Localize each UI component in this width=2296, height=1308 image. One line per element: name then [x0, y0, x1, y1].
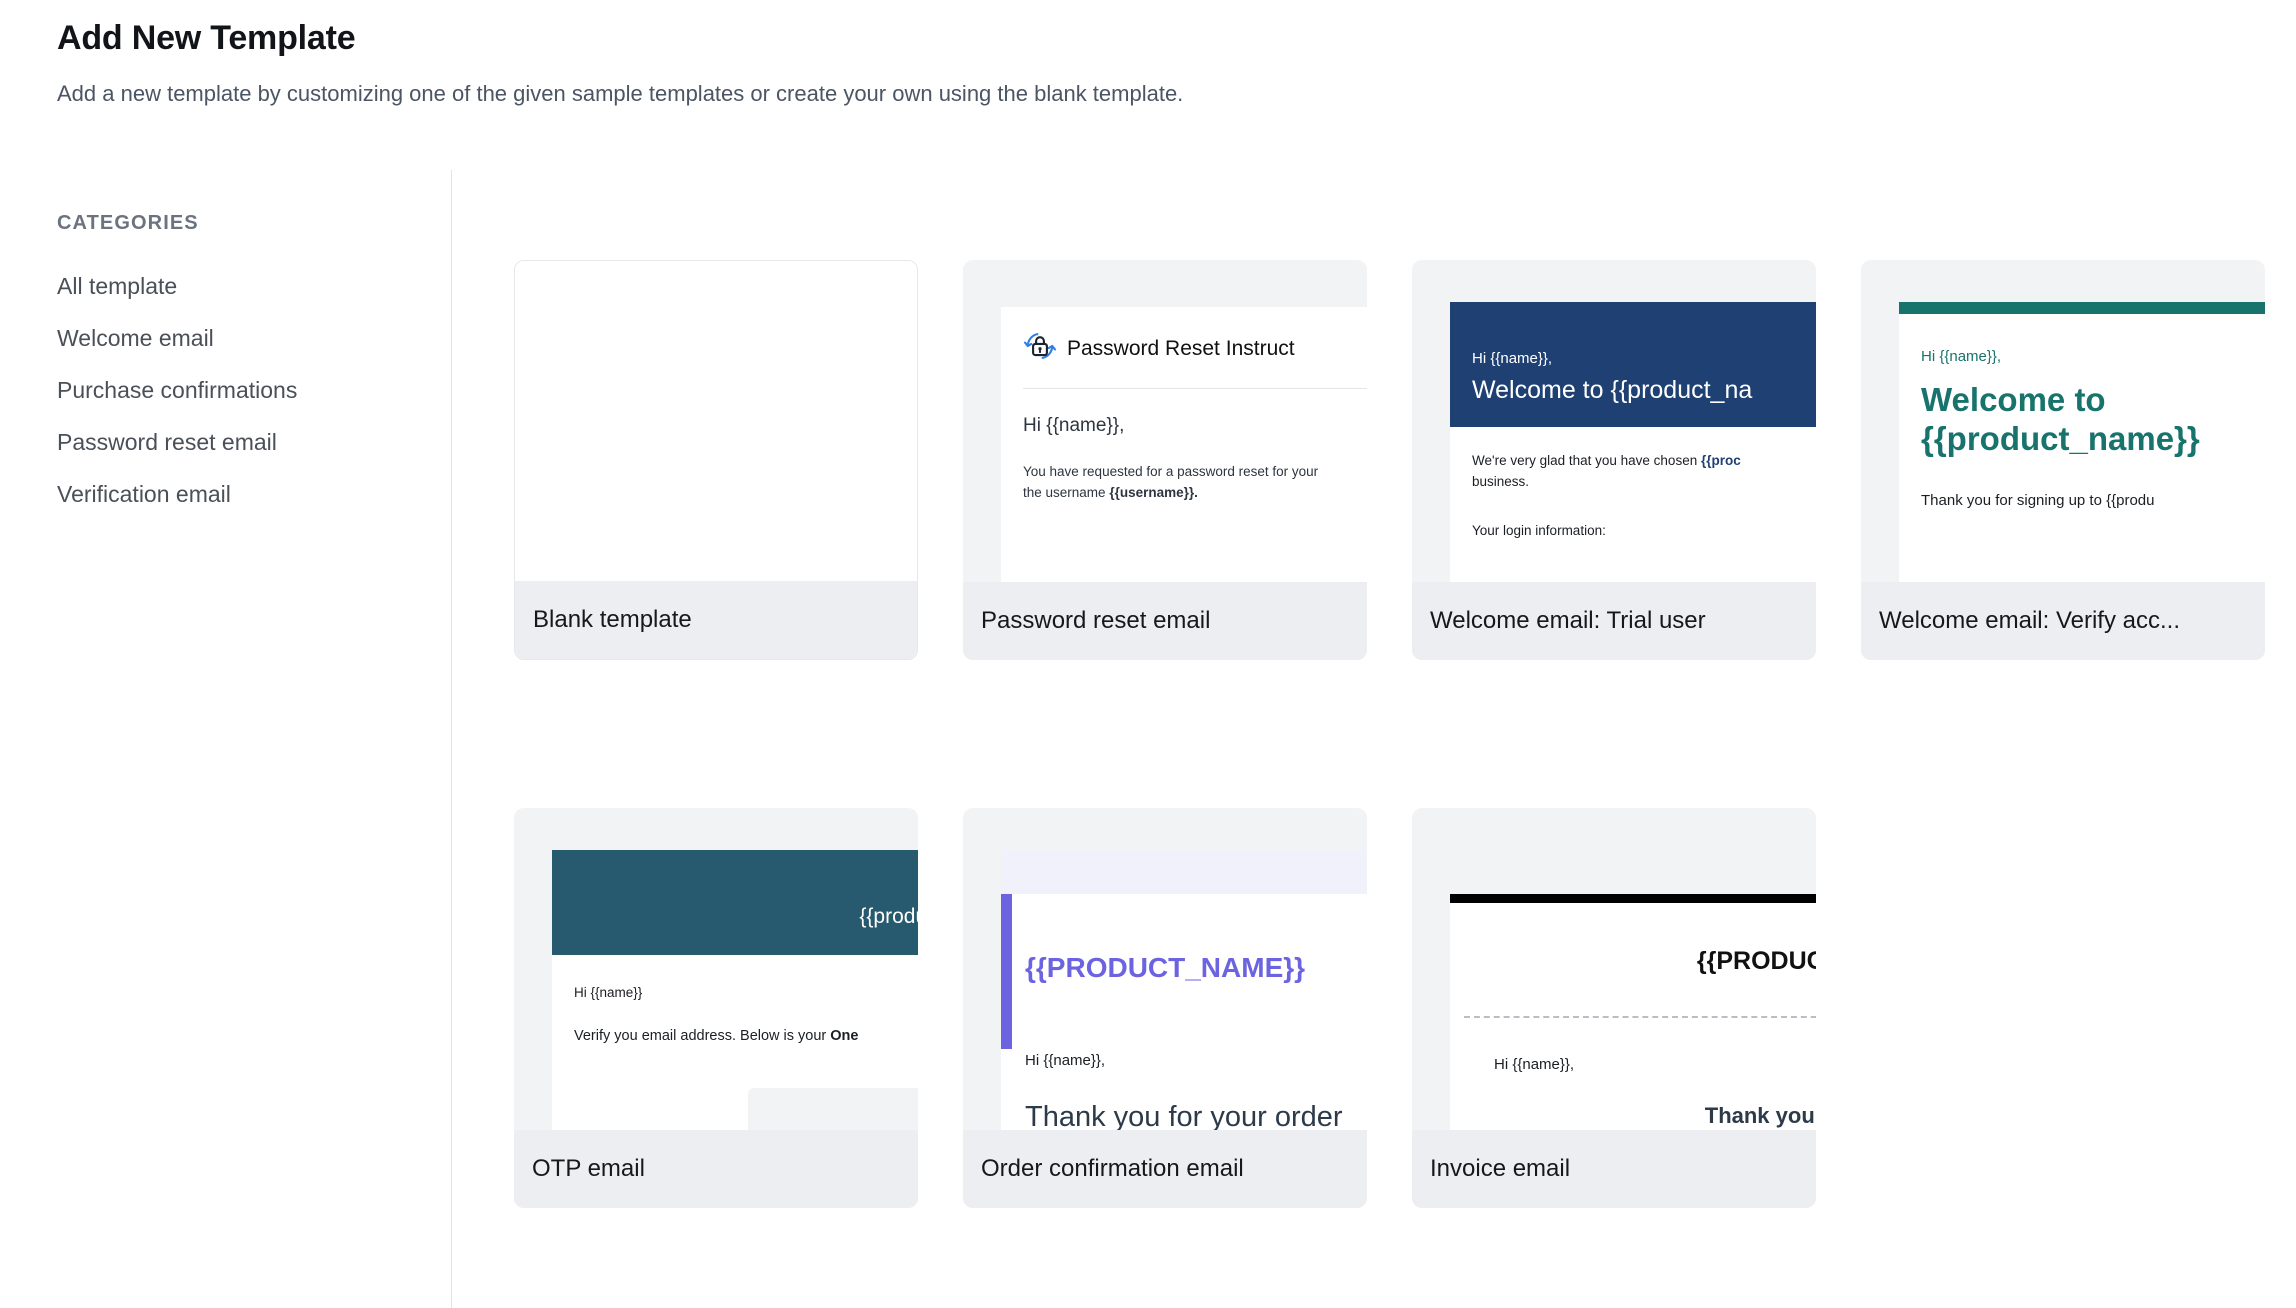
otp-preview: {{product_nam Hi {{name}} Verify you ema…	[514, 808, 918, 1130]
welcome-verify-preview: Hi {{name}}, Welcome to {{product_name}} …	[1861, 260, 2265, 582]
sidebar-item-all-template[interactable]: All template	[57, 261, 451, 313]
content-area: CATEGORIES All template Welcome email Pu…	[0, 170, 2296, 1308]
page-title: Add New Template	[57, 19, 356, 57]
template-card-invoice[interactable]: {{PRODUCT_NA Hi {{name}}, Thank you for …	[1412, 808, 1816, 1208]
password-reset-title: Password Reset Instruct	[1067, 336, 1295, 360]
template-card-welcome-trial[interactable]: Hi {{name}}, Welcome to {{product_na We'…	[1412, 260, 1816, 660]
invoice-preview: {{PRODUCT_NA Hi {{name}}, Thank you for …	[1412, 808, 1816, 1130]
sidebar-item-welcome-email[interactable]: Welcome email	[57, 313, 451, 365]
categories-heading: CATEGORIES	[57, 212, 199, 234]
greeting-text: Hi {{name}},	[1023, 415, 1125, 436]
sheet-body: Hi {{name}}, Welcome to {{product_name}} …	[1899, 314, 2265, 509]
email-sheet: {{PRODUCT_NAME}} Hi {{name}}, Thank you …	[1001, 850, 1367, 1130]
template-row-1: Blank template Password Reset Instruct H…	[514, 260, 2296, 660]
greeting-text: Hi {{name}}	[574, 985, 643, 1000]
sheet-top-pad	[1001, 260, 1367, 307]
order-confirmation-preview: {{PRODUCT_NAME}} Hi {{name}}, Thank you …	[963, 808, 1367, 1130]
page-subtitle: Add a new template by customizing one of…	[57, 80, 1184, 106]
template-card-label: Blank template	[515, 581, 917, 659]
blank-preview	[515, 261, 917, 581]
hero-banner: {{product_nam	[552, 850, 918, 955]
sheet-body: Password Reset Instruct Hi {{name}}, You…	[1001, 307, 1367, 504]
password-reset-lock-icon	[1023, 329, 1057, 368]
body-line-2: business.	[1472, 473, 1530, 489]
hero-banner: Hi {{name}}, Welcome to {{product_na	[1450, 302, 1816, 427]
template-card-label: Welcome email: Trial user	[1412, 582, 1816, 660]
email-sheet: {{product_nam Hi {{name}} Verify you ema…	[552, 850, 918, 1130]
brand-text: {{product_nam	[859, 905, 918, 928]
sheet-body: We're very glad that you have chosen {{p…	[1450, 427, 1816, 538]
email-sheet: Hi {{name}}, Welcome to {{product_name}} …	[1899, 302, 2265, 582]
template-card-label: Password reset email	[963, 582, 1367, 660]
body-line-1: Verify you email address. Below is your	[574, 1028, 831, 1044]
password-reset-preview: Password Reset Instruct Hi {{name}}, You…	[963, 260, 1367, 582]
template-row-2: {{product_nam Hi {{name}} Verify you ema…	[514, 808, 2296, 1208]
email-sheet: {{PRODUCT_NA Hi {{name}}, Thank you for …	[1450, 894, 1816, 1130]
brand-text: {{PRODUCT_NAME}}	[1025, 952, 1306, 983]
body-text: Thank you for signing up to {{produ	[1921, 491, 2155, 509]
template-card-welcome-verify[interactable]: Hi {{name}}, Welcome to {{product_name}} …	[1861, 260, 2265, 660]
sidebar-item-purchase-confirmations[interactable]: Purchase confirmations	[57, 365, 451, 417]
username-token: {{username}}.	[1109, 484, 1198, 500]
email-sheet: Password Reset Instruct Hi {{name}}, You…	[1001, 260, 1367, 582]
dashed-divider	[1464, 1016, 1816, 1018]
headline-line-1: Welcome to	[1921, 381, 2106, 418]
brand-text: {{PRODUCT_NA	[1696, 947, 1816, 975]
password-reset-title-row: Password Reset Instruct	[1023, 307, 1367, 388]
body-line-1: You have requested for a password reset …	[1023, 464, 1319, 479]
login-info-text: Your login information:	[1472, 522, 1606, 538]
categories-sidebar: CATEGORIES All template Welcome email Pu…	[0, 170, 452, 1308]
top-strip	[1001, 850, 1367, 894]
template-card-label: Welcome email: Verify acc...	[1861, 582, 2265, 660]
template-card-label: OTP email	[514, 1130, 918, 1208]
otp-token: One	[830, 1028, 859, 1044]
sheet-body: Hi {{name}} Verify you email address. Be…	[552, 955, 918, 1044]
headline-line-2: {{product_name}}	[1921, 419, 2200, 457]
headline-text: Welcome to {{product_name}}	[1921, 381, 2265, 459]
greeting-text: Hi {{name}},	[1025, 1052, 1106, 1069]
greeting-text: Hi {{name}},	[1494, 1056, 1575, 1073]
template-grid: Blank template Password Reset Instruct H…	[452, 170, 2296, 1308]
body-line-2: the username	[1023, 484, 1110, 500]
template-card-label: Invoice email	[1412, 1130, 1816, 1208]
otp-code-box	[748, 1088, 918, 1130]
sidebar-item-verification-email[interactable]: Verification email	[57, 469, 451, 521]
accent-left-bar	[1001, 894, 1012, 1049]
template-card-order-confirmation[interactable]: {{PRODUCT_NAME}} Hi {{name}}, Thank you …	[963, 808, 1367, 1208]
body-text: You have requested for a password reset …	[1023, 462, 1367, 504]
template-card-otp[interactable]: {{product_nam Hi {{name}} Verify you ema…	[514, 808, 918, 1208]
headline-text: Thank you for your	[1704, 1103, 1816, 1128]
template-card-password-reset[interactable]: Password Reset Instruct Hi {{name}}, You…	[963, 260, 1367, 660]
headline-text: Welcome to {{product_na	[1472, 376, 1753, 404]
body-text: Verify you email address. Below is your …	[574, 1028, 918, 1044]
greeting-text: Hi {{name}},	[1472, 350, 1553, 367]
body-text: We're very glad that you have chosen {{p…	[1472, 451, 1816, 493]
welcome-trial-preview: Hi {{name}}, Welcome to {{product_na We'…	[1412, 260, 1816, 582]
product-token: {{proc	[1700, 453, 1741, 468]
sheet-body: {{PRODUCT_NAME}} Hi {{name}}, Thank you …	[1001, 894, 1367, 1130]
headline-text: Thank you for your order	[1025, 1101, 1343, 1130]
divider	[1023, 388, 1367, 389]
greeting-text: Hi {{name}},	[1921, 348, 2002, 365]
sidebar-item-password-reset-email[interactable]: Password reset email	[57, 417, 451, 469]
email-sheet: Hi {{name}}, Welcome to {{product_na We'…	[1450, 302, 1816, 582]
body-line-1: We're very glad that you have chosen	[1472, 453, 1701, 468]
template-card-label: Order confirmation email	[963, 1130, 1367, 1208]
accent-top-bar	[1450, 894, 1816, 903]
add-template-page: Add New Template Add a new template by c…	[0, 0, 2296, 1308]
page-header: Add New Template Add a new template by c…	[57, 18, 2157, 108]
template-card-blank[interactable]: Blank template	[514, 260, 918, 660]
accent-bar	[1899, 302, 2265, 314]
